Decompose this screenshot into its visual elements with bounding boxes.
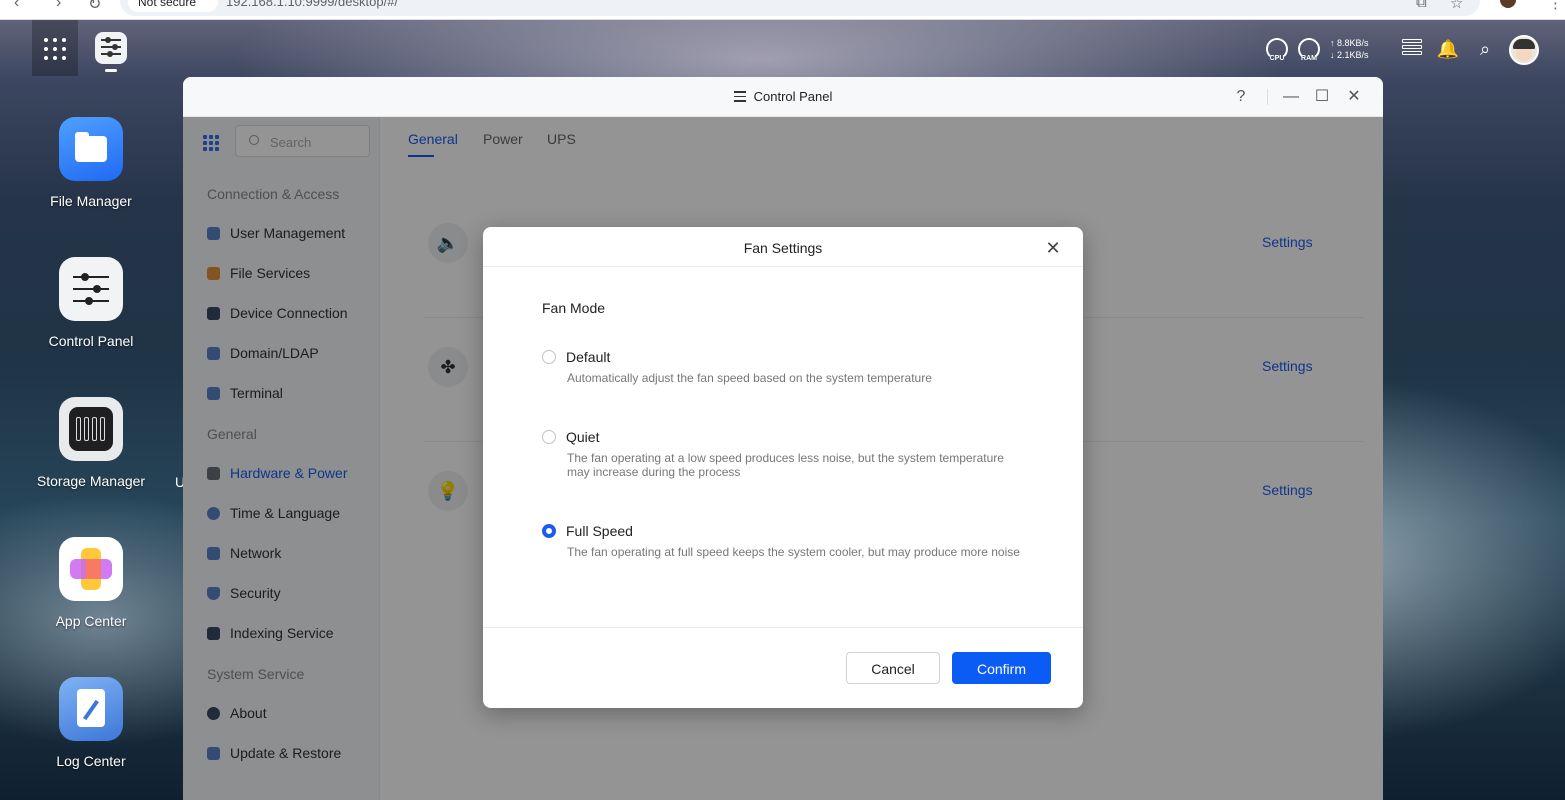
option-description: The fan operating at full speed keeps th… — [567, 545, 1020, 559]
window-title: Control Panel — [183, 89, 1383, 104]
control-panel-icon — [59, 257, 123, 321]
browser-toolbar: ‹ › ↻ Not secure 192.168.1.10:9999/deskt… — [0, 0, 1565, 20]
cast-icon[interactable]: ⧉ — [1416, 0, 1427, 11]
sliders-icon — [101, 37, 121, 60]
radio-full-speed[interactable] — [542, 524, 556, 538]
radio-quiet[interactable] — [542, 430, 556, 444]
storage-manager-icon — [59, 397, 123, 461]
app-center-icon — [59, 537, 123, 601]
main-menu-button[interactable] — [32, 20, 78, 76]
cancel-button[interactable]: Cancel — [846, 652, 940, 684]
window-title-text: Control Panel — [753, 89, 833, 104]
desktop-icon-label: App Center — [55, 613, 127, 629]
window-titlebar[interactable]: Control Panel ? — ☐ ✕ — [183, 77, 1383, 117]
user-avatar[interactable] — [1509, 35, 1539, 65]
desktop-icon-storage-manager[interactable]: Storage Manager — [20, 397, 162, 489]
option-title: Full Speed — [566, 523, 633, 539]
desktop-icon-label: Control Panel — [48, 333, 134, 349]
browser-menu-icon[interactable]: ⋮ — [1548, 0, 1563, 12]
download-speed: ↓ 2.1KB/s — [1330, 50, 1369, 60]
taskbar-control-panel[interactable] — [95, 32, 127, 64]
cpu-label: CPU — [1269, 55, 1285, 62]
desktop-icon-label: File Manager — [50, 193, 132, 209]
profile-icon[interactable] — [1500, 0, 1516, 8]
taskbar-active-indicator — [105, 69, 117, 72]
radio-default[interactable] — [542, 350, 556, 364]
option-title: Quiet — [566, 429, 600, 445]
notification-bell-icon[interactable]: 🔔 — [1436, 37, 1460, 61]
dialog-title: Fan Settings — [743, 240, 823, 256]
ram-label: RAM — [1301, 55, 1317, 62]
desktop-icon-log-center[interactable]: Log Center — [20, 677, 162, 769]
bookmark-star-icon[interactable]: ☆ — [1450, 0, 1463, 12]
close-icon[interactable]: ✕ — [1042, 237, 1064, 259]
address-bar[interactable]: Not secure 192.168.1.10:9999/desktop/#/ — [120, 0, 1480, 16]
log-center-icon — [59, 677, 123, 741]
option-description: The fan operating at a low speed produce… — [567, 451, 1004, 479]
desktop-icon-file-manager[interactable]: File Manager — [20, 117, 162, 209]
url-text[interactable]: 192.168.1.10:9999/desktop/#/ — [226, 0, 398, 9]
forward-icon[interactable]: › — [56, 0, 61, 12]
task-manager-icon[interactable] — [1400, 37, 1424, 61]
dialog-header: Fan Settings ✕ — [483, 227, 1083, 267]
fan-mode-label: Fan Mode — [542, 300, 606, 316]
close-window-button[interactable]: ✕ — [1342, 85, 1366, 109]
desktop-icon-label: Storage Manager — [36, 473, 146, 489]
network-speed[interactable]: ↑ 8.8KB/s ↓ 2.1KB/s — [1330, 37, 1369, 61]
fan-settings-dialog: Fan Settings ✕ Fan Mode Default Automati… — [483, 227, 1083, 708]
confirm-button[interactable]: Confirm — [952, 652, 1051, 684]
file-manager-icon — [59, 117, 123, 181]
app-grid-icon — [44, 38, 66, 60]
help-button[interactable]: ? — [1229, 85, 1253, 109]
ram-gauge[interactable]: RAM — [1296, 36, 1322, 62]
titlebar-divider — [1267, 89, 1268, 105]
search-icon[interactable]: ⌕ — [1473, 37, 1497, 61]
maximize-button[interactable]: ☐ — [1310, 85, 1334, 109]
option-description: Automatically adjust the fan speed based… — [567, 371, 932, 385]
back-icon[interactable]: ‹ — [14, 0, 19, 12]
desktop-icon-control-panel[interactable]: Control Panel — [20, 257, 162, 349]
minimize-button[interactable]: — — [1279, 85, 1303, 109]
security-chip[interactable]: Not secure — [128, 0, 218, 12]
sliders-icon — [733, 91, 746, 102]
option-title: Default — [566, 349, 611, 365]
desktop-icon-app-center[interactable]: App Center — [20, 537, 162, 629]
reload-icon[interactable]: ↻ — [88, 0, 101, 14]
cpu-gauge[interactable]: CPU — [1264, 36, 1290, 62]
desktop-taskbar: CPU RAM ↑ 8.8KB/s ↓ 2.1KB/s 🔔 ⌕ — [0, 20, 1565, 76]
desktop-icon-label: Log Center — [56, 753, 126, 769]
dialog-footer-divider — [483, 627, 1083, 628]
upload-speed: ↑ 8.8KB/s — [1330, 38, 1369, 48]
